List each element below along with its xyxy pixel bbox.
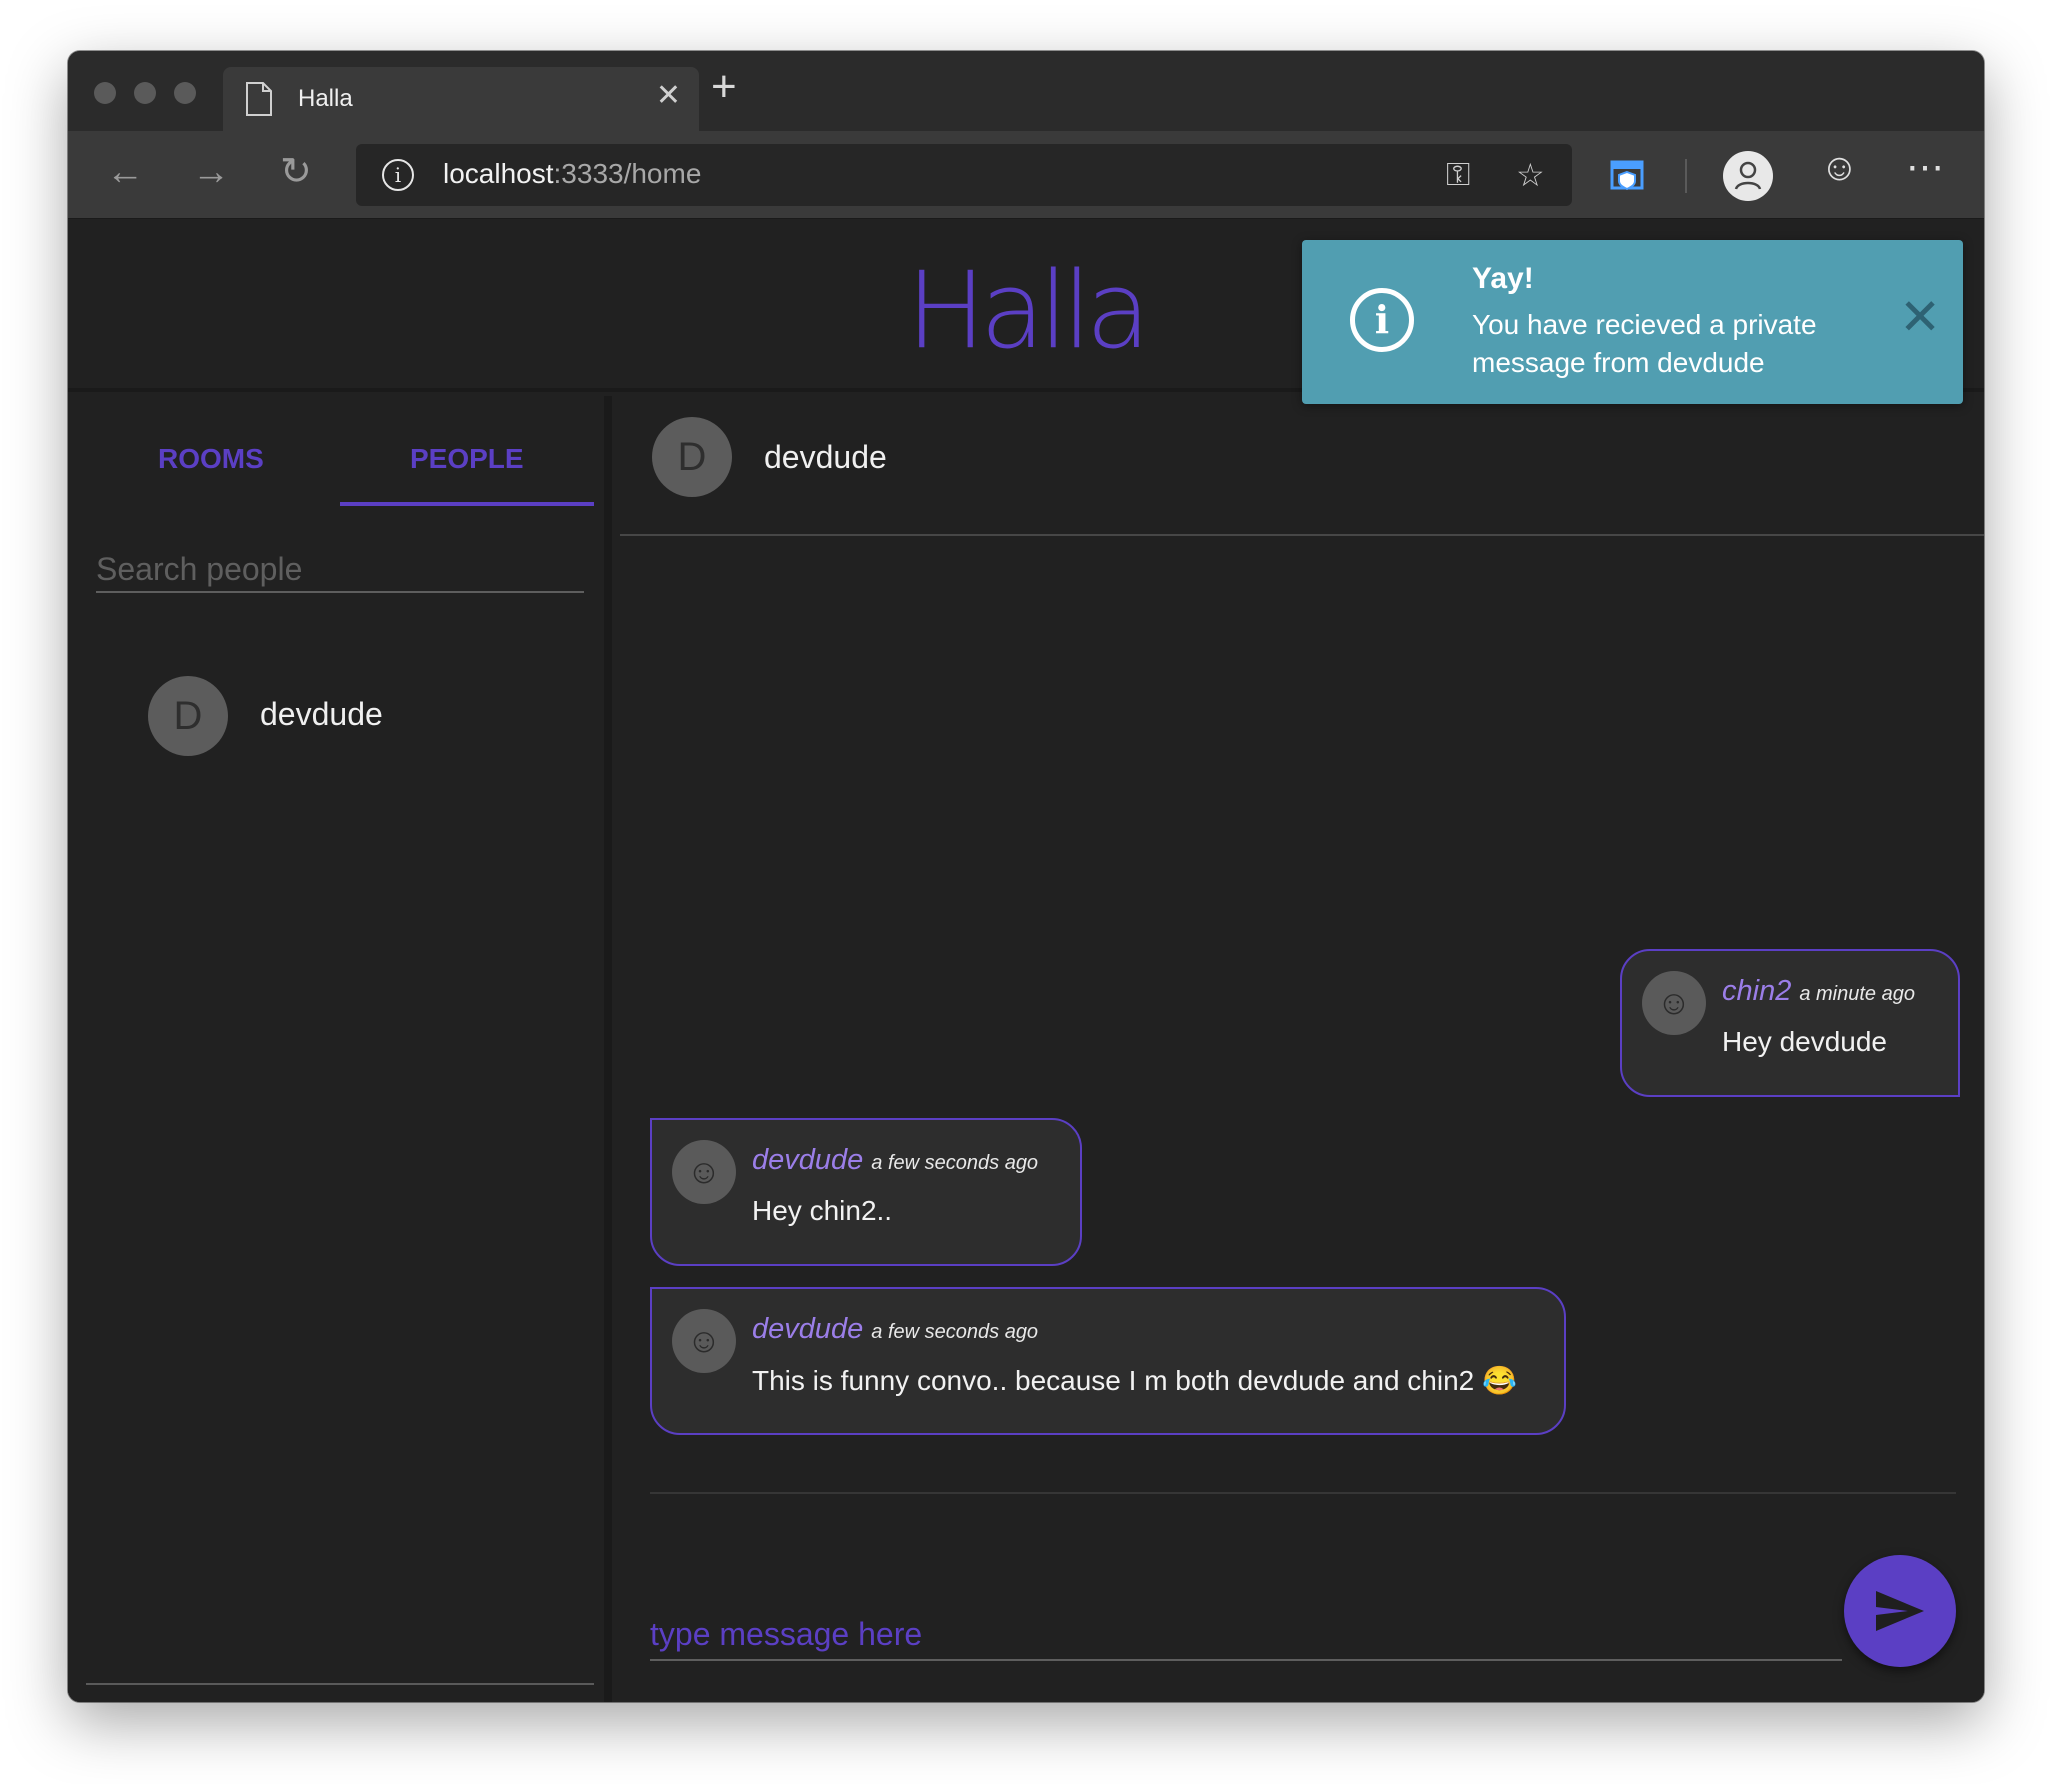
toast-close-icon[interactable]: ✕ [1899,292,1941,342]
halla-app: Halla ROOMS PEOPLE D devdude D devdude ☺ [68,219,1984,1702]
minimize-window-button[interactable] [134,82,156,104]
chat-header: D devdude [620,392,1984,536]
message-text: Hey chin2.. [752,1195,893,1226]
browser-tab[interactable]: Halla ✕ [223,67,699,131]
page-icon [246,82,272,116]
sidebar-divider [86,1683,594,1685]
user-avatar-icon: ☺ [1642,971,1706,1035]
toast-title: Yay! [1472,262,1534,295]
message-text: Hey devdude [1722,1026,1888,1057]
forward-arrow-icon[interactable]: → [192,153,230,191]
chat-partner-name: devdude [764,439,887,475]
url-text: localhost:3333/home [443,158,702,189]
chat-partner-avatar: D [652,417,732,497]
search-people-input[interactable] [96,547,584,593]
back-arrow-icon[interactable]: ← [106,153,144,191]
message-time: a minute ago [1799,983,1915,1005]
compose-divider [650,1492,1956,1494]
people-list-item[interactable]: D devdude [148,676,588,760]
address-bar[interactable]: i localhost:3333/home ⚿ ☆ [356,144,1572,206]
info-icon: i [1350,288,1414,352]
key-icon[interactable]: ⚿ [1446,156,1470,194]
browser-window: Halla ✕ + ← → ↻ i localhost:3333/home ⚿ … [68,51,1984,1702]
maximize-window-button[interactable] [174,82,196,104]
message-author: devdude a few seconds ago [752,1313,1039,1345]
tab-people[interactable]: PEOPLE [410,443,524,475]
star-icon[interactable]: ☆ [1516,156,1545,194]
message-input[interactable] [650,1609,1842,1661]
user-avatar-icon: ☺ [672,1140,736,1204]
message-author: devdude a few seconds ago [752,1144,1039,1176]
more-options-icon[interactable]: ⋯ [1906,149,1944,187]
message-time: a few seconds ago [871,1321,1039,1343]
sidebar: ROOMS PEOPLE D devdude [68,396,612,1702]
message-time: a few seconds ago [871,1152,1039,1174]
user-avatar-icon: ☺ [672,1309,736,1373]
browser-toolbar: ← → ↻ i localhost:3333/home ⚿ ☆ ☺ ⋯ [68,131,1984,219]
avatar: D [148,676,228,756]
message-bubble: ☺ chin2 a minute ago Hey devdude [1620,949,1960,1097]
toast-message: You have recieved a private message from… [1472,309,1817,378]
message-text: This is funny convo.. because I m both d… [752,1365,1517,1396]
site-info-icon[interactable]: i [382,159,414,191]
feedback-smiley-icon[interactable]: ☺ [1820,149,1859,187]
new-tab-button[interactable]: + [711,61,737,114]
profile-avatar-icon[interactable] [1723,151,1773,201]
tab-close-icon[interactable]: ✕ [656,81,681,111]
message-bubble: ☺ devdude a few seconds ago This is funny… [650,1287,1566,1435]
reload-icon[interactable]: ↻ [280,153,312,191]
tab-rooms[interactable]: ROOMS [158,443,264,475]
notification-toast: i Yay! You have recieved a private messa… [1302,240,1963,404]
toolbar-separator [1685,159,1687,193]
message-author: chin2 a minute ago [1722,975,1915,1007]
title-bar: Halla ✕ + [68,51,1984,131]
tab-title: Halla [298,85,353,112]
send-icon [1876,1591,1924,1631]
message-bubble: ☺ devdude a few seconds ago Hey chin2.. [650,1118,1082,1266]
close-window-button[interactable] [94,82,116,104]
collections-icon[interactable] [1609,157,1645,193]
person-name: devdude [260,696,383,732]
send-button[interactable] [1844,1555,1956,1667]
active-tab-indicator [340,502,594,506]
chat-panel: D devdude ☺ chin2 a minute ago Hey devdud… [620,392,1984,1702]
